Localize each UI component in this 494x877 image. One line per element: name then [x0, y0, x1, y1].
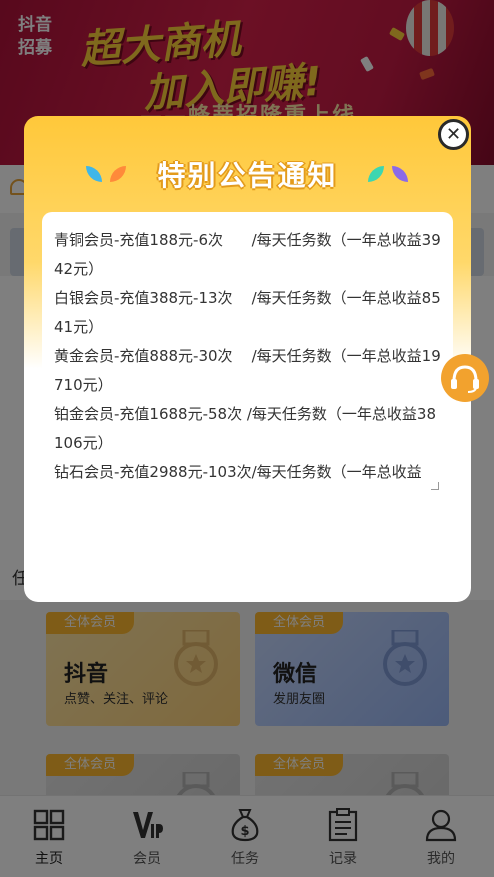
announcement-line: 钻石会员-充值2988元-103次/每天任务数（一年总收益 [54, 463, 422, 481]
announcement-line: 铂金会员-充值1688元-58次 /每天任务数（一年总收益38106元） [54, 405, 436, 452]
customer-service-button[interactable] [441, 354, 489, 402]
resize-grip[interactable] [431, 482, 439, 490]
modal-title: 特别公告通知 [157, 159, 338, 192]
announcement-modal: 特别公告通知 青铜会员-充值188元-6次 /每天任务数（一年总收益3942元）… [24, 116, 471, 602]
announcement-line: 青铜会员-充值188元-6次 /每天任务数（一年总收益3942元） [54, 231, 441, 278]
headset-icon [451, 365, 479, 393]
close-button[interactable]: ✕ [438, 119, 469, 150]
announcement-line: 白银会员-充值388元-13次 /每天任务数（一年总收益8541元） [54, 289, 441, 336]
announcement-textarea[interactable]: 青铜会员-充值188元-6次 /每天任务数（一年总收益3942元） 白银会员-充… [42, 212, 453, 494]
announcement-line: 黄金会员-充值888元-30次 /每天任务数（一年总收益19710元） [54, 347, 441, 394]
